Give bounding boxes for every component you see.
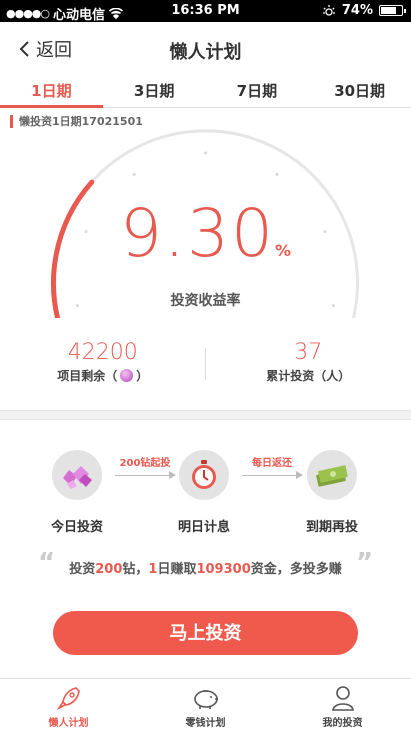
step-label: 今日投资 [50,520,103,535]
total-investors-stat: 37 累计投资（人） [206,340,411,388]
total-investors-label: 累计投资（人） [266,369,351,383]
battery-fill [381,7,396,14]
stopwatch-icon [192,460,216,489]
tabbar-label: 我的投资 [322,718,363,729]
page-title: 懒人计划 [169,42,242,63]
nav-bar: 返回 懒人计划 [0,22,411,74]
remaining-label-close: ） [136,369,149,383]
tab-7-day[interactable]: 7日期 [206,74,309,107]
tab-3-day[interactable]: 3日期 [103,74,206,107]
tabbar-label: 零钱计划 [185,718,226,729]
process-steps: 今日投资 200钻起投 明日计息 每日返还 到期再投 [0,450,411,540]
promo-part: 资金，多投多赚 [250,562,342,577]
tab-30-day[interactable]: 30日期 [308,74,411,107]
step-icon-circle [307,450,357,500]
status-bar: ●●●●○ 心动电信 16:36 PM 74% [0,0,411,23]
total-investors-value: 37 [294,340,323,365]
invest-now-button[interactable]: 马上投资 [53,611,358,655]
rate-label: 投资收益率 [170,293,241,309]
tabbar-item-change-plan[interactable]: 零钱计划 [137,679,274,729]
gauge-tick [275,172,279,176]
tabbar-label: 懒人计划 [48,718,89,729]
promo-part: 日赚取 [157,562,197,577]
bottom-tab-bar: 懒人计划 零钱计划 我的投资 [0,678,411,729]
step-icon-circle [52,450,102,500]
battery-percent: 74% [341,3,373,18]
gauge-tick [204,151,207,155]
promo-text: 投资200钻，1日赚取109300资金，多投多赚 [0,558,411,577]
gauge-tick [132,172,136,176]
rate-value: 9.30 [120,195,275,272]
stats-divider [205,348,206,380]
tab-1-day[interactable]: 1日期 [0,74,103,108]
promo-highlight: 200 [95,562,123,577]
step-invest-today: 今日投资 [27,450,127,535]
step-reinvest-maturity: 到期再投 [282,450,382,535]
remaining-stat: 42200 项目剩余（ ） [0,340,206,388]
step-label: 到期再投 [305,520,358,535]
step-interest-tomorrow: 明日计息 [154,450,254,535]
money-icon [316,465,348,487]
promo-part: 钻， [122,562,149,577]
period-tabs: 1日期 3日期 7日期 30日期 [0,74,411,108]
brightness-icon [322,4,335,16]
rate-unit: % [274,241,291,260]
battery-icon [379,5,406,16]
remaining-value: 42200 [67,340,138,365]
tabbar-item-lazy-plan[interactable]: 懒人计划 [0,679,137,729]
promo-highlight: 109300 [196,562,251,577]
step-icon-circle [179,450,229,500]
user-icon [331,686,354,711]
gems-icon [63,466,92,489]
piggy-bank-icon [193,690,218,709]
remaining-label: 项目剩余（ ） [0,367,206,384]
rocket-icon [56,687,80,711]
section-separator [0,410,411,420]
promo-part: 投资 [69,562,96,577]
step-label: 明日计息 [177,520,230,535]
tabbar-item-my-investments[interactable]: 我的投资 [274,679,411,729]
rate-display: 9.30% [0,195,411,272]
remaining-label-text: 项目剩余（ [57,369,118,383]
gem-icon [120,369,134,382]
